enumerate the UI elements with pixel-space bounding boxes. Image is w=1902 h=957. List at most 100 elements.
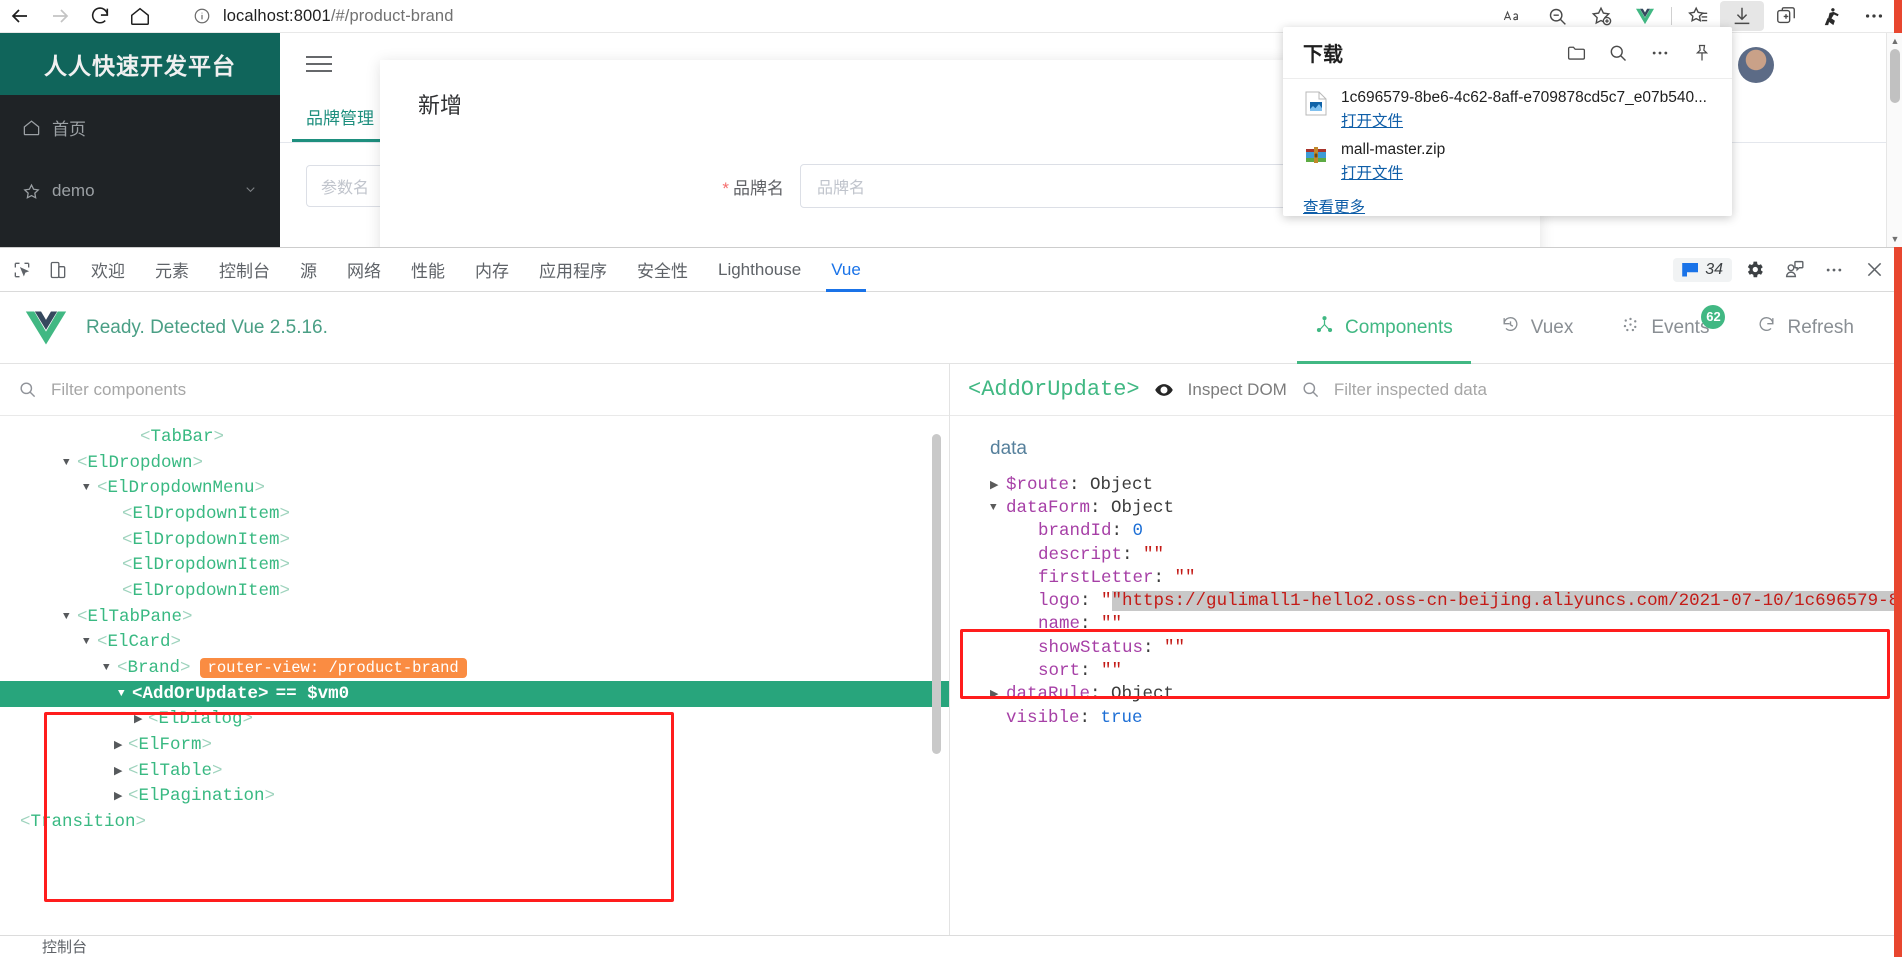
tree-node[interactable]: < ElDropdownItem > bbox=[0, 552, 949, 578]
chevron-down-icon[interactable]: ▼ bbox=[63, 457, 77, 469]
open-file-link[interactable]: 打开文件 bbox=[1341, 109, 1403, 131]
settings-more-icon[interactable] bbox=[1852, 1, 1896, 31]
page-scroll-thumb[interactable] bbox=[1890, 49, 1900, 103]
tree-node[interactable]: ▶ < ElDialog > bbox=[0, 707, 949, 733]
search-icon[interactable] bbox=[1301, 380, 1320, 399]
download-item[interactable]: mall-master.zip 打开文件 bbox=[1283, 131, 1732, 183]
app-brand-title: 人人快速开发平台 bbox=[0, 33, 280, 95]
eye-icon[interactable] bbox=[1154, 380, 1174, 400]
devtools-tab-vue[interactable]: Vue bbox=[816, 248, 876, 292]
back-arrow-icon[interactable] bbox=[0, 0, 40, 33]
chevron-down-icon[interactable]: ▼ bbox=[103, 662, 117, 674]
data-row[interactable]: showStatus: "" bbox=[990, 636, 1902, 659]
chevron-down-icon[interactable]: ▼ bbox=[990, 502, 1006, 514]
tree-node-selected[interactable]: ▼ < AddOrUpdate > == $vm0 bbox=[0, 680, 949, 707]
folder-icon[interactable] bbox=[1562, 39, 1590, 67]
tree-node[interactable]: ▶ < ElTable > bbox=[0, 758, 949, 784]
profile-icon[interactable] bbox=[1808, 1, 1852, 31]
sidebar-item-demo[interactable]: demo bbox=[0, 159, 280, 223]
chevron-down-icon[interactable]: ▼ bbox=[83, 482, 97, 494]
scroll-up-icon[interactable]: ▲ bbox=[1887, 33, 1902, 49]
search-icon[interactable] bbox=[1604, 39, 1632, 67]
device-toolbar-icon[interactable] bbox=[40, 252, 76, 288]
menu-toggle-icon[interactable] bbox=[306, 51, 332, 77]
tree-node[interactable]: ▼ < ElDropdown > bbox=[0, 450, 949, 476]
url-host: localhost:8001 bbox=[223, 6, 331, 25]
data-row[interactable]: visible: true bbox=[990, 706, 1902, 729]
devtools-tab-sources[interactable]: 源 bbox=[285, 248, 332, 292]
chevron-right-icon[interactable]: ▶ bbox=[114, 789, 128, 803]
reload-icon[interactable] bbox=[80, 0, 120, 33]
user-profile[interactable]: admin bbox=[1737, 47, 1862, 83]
chevron-right-icon[interactable]: ▶ bbox=[114, 738, 128, 752]
chevron-right-icon[interactable]: ▶ bbox=[134, 712, 148, 726]
address-bar[interactable]: localhost:8001/#/product-brand bbox=[182, 2, 1332, 30]
devtools-tab-welcome[interactable]: 欢迎 bbox=[76, 248, 140, 292]
devtools-tab-performance[interactable]: 性能 bbox=[396, 248, 460, 292]
tree-node[interactable]: < Transition > bbox=[0, 809, 949, 835]
tree-node[interactable]: ▼ < Brand > router-view: /product-brand bbox=[0, 655, 949, 681]
chevron-down-icon[interactable]: ▼ bbox=[83, 636, 97, 648]
data-row[interactable]: brandId: 0 bbox=[990, 520, 1902, 543]
home-icon[interactable] bbox=[120, 0, 160, 33]
devtools-tab-network[interactable]: 网络 bbox=[332, 248, 396, 292]
vue-tab-refresh[interactable]: Refresh bbox=[1733, 292, 1878, 364]
data-row[interactable]: ▶ $route: Object bbox=[990, 473, 1902, 496]
data-row[interactable]: sort: "" bbox=[990, 659, 1902, 682]
data-row[interactable]: ▶ dataRule: Object bbox=[990, 683, 1902, 706]
download-item[interactable]: 1c696579-8be6-4c62-8aff-e709878cd5c7_e07… bbox=[1283, 79, 1732, 131]
add-tab-icon[interactable] bbox=[1764, 1, 1808, 31]
devtools-drawer[interactable]: 控制台 bbox=[0, 935, 1902, 957]
tree-scrollbar-thumb[interactable] bbox=[932, 434, 941, 754]
issues-badge[interactable]: 34 bbox=[1673, 257, 1732, 282]
chevron-down-icon[interactable] bbox=[243, 182, 258, 200]
filter-components-input[interactable]: Filter components bbox=[51, 380, 186, 400]
data-row[interactable]: firstLetter: "" bbox=[990, 566, 1902, 589]
site-info-icon[interactable] bbox=[193, 7, 211, 25]
data-row[interactable]: ▼ dataForm: Object bbox=[990, 496, 1902, 519]
chevron-down-icon[interactable] bbox=[1844, 55, 1862, 76]
feedback-icon[interactable] bbox=[1776, 252, 1812, 288]
tree-node[interactable]: < ElDropdownItem > bbox=[0, 578, 949, 604]
tree-node[interactable]: < ElDropdownItem > bbox=[0, 527, 949, 553]
chevron-right-icon[interactable]: ▶ bbox=[114, 764, 128, 778]
vue-tab-components[interactable]: Components bbox=[1291, 292, 1477, 364]
data-row[interactable]: descript: "" bbox=[990, 543, 1902, 566]
more-options-icon[interactable] bbox=[1816, 252, 1852, 288]
filter-inspected-data-input[interactable]: Filter inspected data bbox=[1334, 380, 1487, 400]
drawer-tab-console[interactable]: 控制台 bbox=[42, 936, 87, 957]
close-devtools-icon[interactable] bbox=[1856, 252, 1892, 288]
tree-node[interactable]: ▼ < ElDropdownMenu > bbox=[0, 475, 949, 501]
settings-gear-icon[interactable] bbox=[1736, 252, 1772, 288]
chevron-down-icon[interactable]: ▼ bbox=[118, 688, 132, 700]
tree-node[interactable]: < ElDropdownItem > bbox=[0, 501, 949, 527]
page-scrollbar[interactable]: ▲ ▼ bbox=[1886, 33, 1902, 247]
devtools-tab-elements[interactable]: 元素 bbox=[140, 248, 204, 292]
sidebar-item-home[interactable]: 首页 bbox=[0, 95, 280, 159]
devtools-tab-lighthouse[interactable]: Lighthouse bbox=[703, 248, 816, 292]
vue-tab-events[interactable]: Events 62 bbox=[1597, 292, 1733, 364]
open-file-link[interactable]: 打开文件 bbox=[1341, 161, 1403, 183]
inspect-element-icon[interactable] bbox=[4, 252, 40, 288]
chevron-right-icon[interactable]: ▶ bbox=[990, 478, 1006, 492]
data-row[interactable]: name: "" bbox=[990, 613, 1902, 636]
tree-node[interactable]: ▶ < ElPagination > bbox=[0, 784, 949, 810]
devtools-tab-memory[interactable]: 内存 bbox=[460, 248, 524, 292]
devtools-tab-security[interactable]: 安全性 bbox=[622, 248, 703, 292]
more-icon[interactable] bbox=[1646, 39, 1674, 67]
see-more-link[interactable]: 查看更多 bbox=[1283, 183, 1365, 217]
data-row[interactable]: logo: " "https://gulimall1-hello2.oss-cn-… bbox=[990, 589, 1902, 612]
tree-node[interactable]: ▼ < ElTabPane > bbox=[0, 604, 949, 630]
chevron-right-icon[interactable]: ▶ bbox=[990, 687, 1006, 701]
scroll-down-icon[interactable]: ▼ bbox=[1887, 231, 1902, 247]
inspect-dom-label[interactable]: Inspect DOM bbox=[1188, 380, 1287, 400]
search-icon[interactable] bbox=[18, 380, 37, 399]
tree-node[interactable]: ▶ < ElForm > bbox=[0, 732, 949, 758]
tree-node[interactable]: < TabBar > bbox=[0, 424, 949, 450]
devtools-tab-console[interactable]: 控制台 bbox=[204, 248, 285, 292]
tree-node[interactable]: ▼ < ElCard > bbox=[0, 630, 949, 656]
chevron-down-icon[interactable]: ▼ bbox=[63, 611, 77, 623]
devtools-tab-application[interactable]: 应用程序 bbox=[524, 248, 622, 292]
vue-tab-vuex[interactable]: Vuex bbox=[1477, 292, 1598, 364]
pin-icon[interactable] bbox=[1688, 39, 1716, 67]
